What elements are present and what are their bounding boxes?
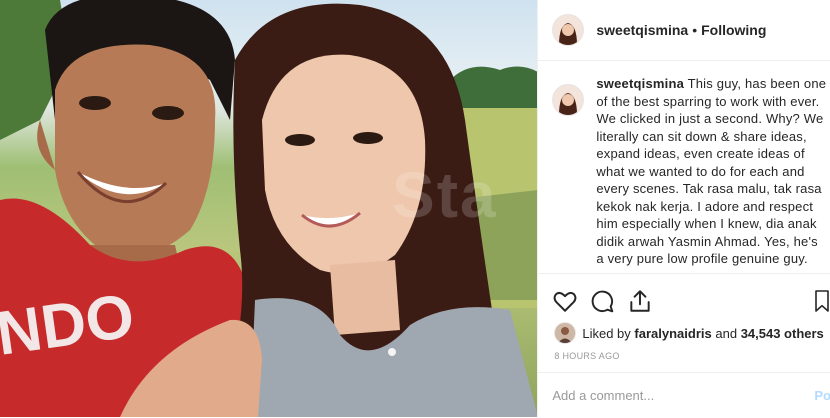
caption-body: This guy, has been one of the best sparr… xyxy=(596,76,827,266)
likes-line: Liked by faralynaidris and 34,543 others xyxy=(554,322,824,344)
caption-text: sweetqismina This guy, has been one of t… xyxy=(596,75,828,275)
liker-avatar[interactable] xyxy=(554,322,577,344)
liker-username[interactable]: faralynaidris xyxy=(634,326,711,341)
action-bar xyxy=(538,273,830,324)
post-photo[interactable]: NDO Sta xyxy=(0,0,538,417)
comment-input[interactable] xyxy=(552,388,773,403)
caption-avatar[interactable] xyxy=(552,84,585,116)
post-header: sweetqismina • Following xyxy=(538,0,830,61)
caption-block: sweetqismina This guy, has been one of t… xyxy=(538,75,830,275)
instagram-post: NDO Sta sweetqismina • Following sweetqi… xyxy=(0,0,830,417)
photo-watermark: Sta xyxy=(392,159,498,231)
caption-username[interactable]: sweetqismina xyxy=(596,76,684,91)
avatar[interactable] xyxy=(552,14,585,46)
heart-icon[interactable] xyxy=(552,288,578,314)
likes-joiner: and xyxy=(715,325,738,341)
avatar-image xyxy=(553,85,584,115)
likes-prefix: Liked by xyxy=(582,325,631,341)
username-link[interactable]: sweetqismina xyxy=(596,22,688,38)
share-icon[interactable] xyxy=(627,288,653,314)
following-button[interactable]: Following xyxy=(701,22,766,38)
post-sidebar: sweetqismina • Following sweetqismina Th… xyxy=(537,0,830,417)
comment-icon[interactable] xyxy=(589,288,615,314)
separator-dot: • xyxy=(692,22,698,38)
avatar-image xyxy=(553,15,584,45)
comment-bar: Po xyxy=(538,372,830,418)
avatar-image xyxy=(555,323,576,343)
bookmark-icon[interactable] xyxy=(814,288,830,314)
post-timestamp[interactable]: 8 HOURS AGO xyxy=(554,351,619,361)
post-comment-button[interactable]: Po xyxy=(814,388,830,403)
likes-count[interactable]: 34,543 others xyxy=(741,326,824,341)
